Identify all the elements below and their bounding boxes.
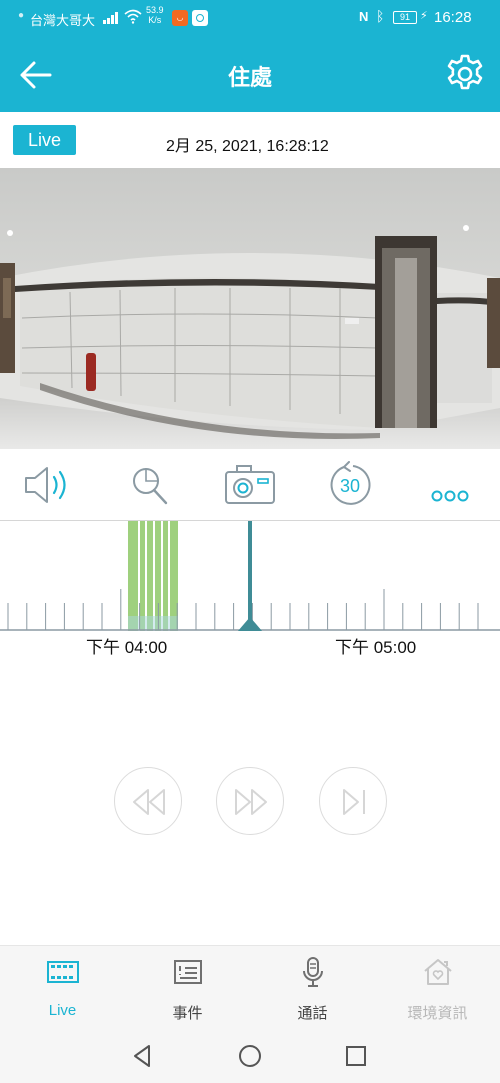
fast-forward-icon (235, 789, 267, 815)
bluetooth-icon: ᛒ (376, 8, 385, 24)
nav-label-live: Live (48, 1002, 77, 1019)
nav-item-talk[interactable]: 通話 (250, 946, 375, 1029)
network-speed: 53.9 K/s (146, 5, 164, 25)
bottom-nav: Live 事件 通話 環境資訊 (0, 945, 500, 1028)
skip-to-end-icon (343, 789, 365, 815)
status-bar: ● 台灣大哥大 53.9 K/s ◡ N ᛒ 91 ⚡ 16:28 (0, 0, 500, 36)
carrier-name: 台灣大哥大 (30, 13, 96, 28)
nav-label-environment: 環境資訊 (407, 1005, 468, 1022)
clock: 16:28 (434, 9, 472, 26)
timeline-ticks (7, 589, 479, 630)
app-header: 住處 (0, 36, 500, 112)
microphone-icon (303, 957, 323, 987)
event-segment (140, 521, 145, 631)
charging-icon: ⚡ (420, 10, 428, 22)
home-circle-icon[interactable] (236, 1042, 264, 1070)
network-speed-unit: K/s (148, 15, 162, 25)
nav-item-environment[interactable]: 環境資訊 (375, 946, 500, 1029)
event-segments (128, 521, 178, 631)
live-badge[interactable]: Live (13, 125, 76, 155)
nav-label-talk: 通話 (297, 1005, 328, 1022)
rewind-button[interactable] (114, 767, 182, 835)
zoom-search-icon[interactable] (122, 461, 178, 509)
replay-30-button[interactable]: 30 (322, 461, 378, 509)
page-title: 住處 (227, 65, 272, 90)
timeline-cursor-marker (238, 617, 262, 631)
nav-item-live[interactable]: Live (0, 946, 125, 1029)
event-list-icon (174, 960, 202, 984)
notification-dot-icon: ● (18, 10, 25, 21)
camera-live-view[interactable] (0, 168, 500, 449)
back-triangle-icon[interactable] (129, 1042, 157, 1070)
nav-item-events[interactable]: 事件 (125, 946, 250, 1029)
system-nav-bar (0, 1028, 500, 1083)
event-segment (128, 521, 138, 631)
wifi-icon (124, 9, 142, 24)
speaker-icon[interactable] (22, 461, 78, 509)
timeline-track[interactable] (0, 521, 500, 631)
battery-icon: 91 (393, 11, 417, 24)
rewind-icon (133, 789, 165, 815)
timeline-label-start: 下午 04:00 (86, 638, 168, 657)
fast-forward-button[interactable] (216, 767, 284, 835)
nfc-icon: N (359, 9, 369, 24)
recents-square-icon[interactable] (342, 1042, 370, 1070)
event-segment-base (128, 616, 178, 631)
signal-icon (103, 12, 119, 24)
camera-controls: 30 (0, 449, 500, 521)
live-info-row: Live 2月 25, 2021, 16:28:12 (0, 112, 500, 168)
film-icon (47, 961, 79, 983)
recording-timeline[interactable]: 下午 04:00 下午 05:00 (0, 521, 500, 661)
live-timestamp: 2月 25, 2021, 16:28:12 (166, 138, 329, 155)
event-segment (147, 521, 153, 631)
replay-seconds-label: 30 (339, 476, 361, 496)
skip-to-end-button[interactable] (319, 767, 387, 835)
app-notification-icon (192, 10, 208, 26)
app-notification-icon: ◡ (172, 10, 188, 26)
network-speed-value: 53.9 (146, 5, 164, 15)
gear-icon[interactable] (443, 52, 487, 96)
nav-label-events: 事件 (172, 1005, 203, 1022)
more-icon[interactable] (422, 461, 478, 509)
timeline-label-end: 下午 05:00 (335, 638, 417, 657)
camera-snapshot-icon[interactable] (222, 461, 278, 509)
event-segment (163, 521, 168, 631)
home-heart-icon (424, 959, 452, 985)
